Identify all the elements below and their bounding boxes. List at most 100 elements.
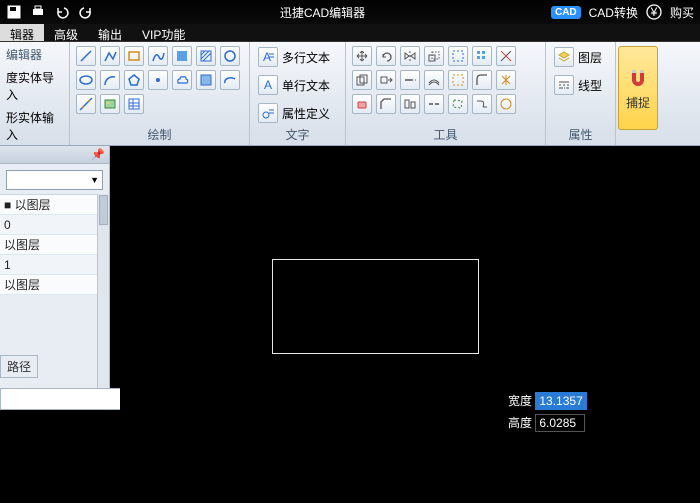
panel-table: ■ 以图层 0 以图层 1 以图层: [0, 194, 109, 295]
line-icon[interactable]: [76, 46, 96, 66]
ribbon-group-text: A多行文本 A单行文本 属性定义 文字: [250, 42, 346, 145]
fillet-icon[interactable]: [472, 70, 492, 90]
ribbon-group-edit: 编辑器 度实体导入 形实体输入: [0, 42, 70, 145]
title-bar: 迅捷CAD编辑器 CAD CAD转换 ¥ 购买: [0, 0, 700, 24]
extend-icon[interactable]: [400, 70, 420, 90]
buy-link[interactable]: 购买: [670, 4, 694, 21]
snap-button[interactable]: 捕捉: [618, 46, 658, 130]
magnet-icon: [626, 66, 650, 90]
explode-icon[interactable]: [496, 70, 516, 90]
table-row[interactable]: ■ 以图层: [0, 195, 109, 215]
table-row[interactable]: 1: [0, 255, 109, 275]
hatch-icon[interactable]: [196, 46, 216, 66]
height-value-input[interactable]: 6.0285: [535, 414, 585, 432]
app-title: 迅捷CAD编辑器: [94, 4, 551, 21]
erase-icon[interactable]: [352, 94, 372, 114]
menu-editor[interactable]: 辑器: [0, 24, 44, 41]
select-rect-icon[interactable]: [448, 46, 468, 66]
trim-icon[interactable]: [496, 46, 516, 66]
menu-bar: 辑器 高级 输出 VIP功能: [0, 24, 700, 42]
menu-output[interactable]: 输出: [88, 24, 132, 41]
cloud-icon[interactable]: [172, 70, 192, 90]
cad-badge-icon: CAD: [551, 6, 581, 19]
join-icon[interactable]: [472, 94, 492, 114]
table-row[interactable]: 0: [0, 215, 109, 235]
xline-icon[interactable]: [76, 94, 96, 114]
ribbon-import-entity[interactable]: 度实体导入: [6, 69, 63, 103]
height-label: 高度: [508, 416, 532, 430]
save-icon[interactable]: [6, 4, 22, 20]
drawing-canvas[interactable]: 宽度 13.1357 高度 6.0285: [120, 146, 700, 503]
ribbon-tools-title: 工具: [352, 124, 539, 143]
width-label: 宽度: [508, 394, 532, 408]
attr-def-icon: [258, 103, 278, 123]
ribbon-edit-title: 编辑器: [6, 46, 63, 63]
width-value-input[interactable]: 13.1357: [535, 392, 586, 410]
ribbon: 编辑器 度实体导入 形实体输入 绘制: [0, 42, 700, 146]
undo-icon[interactable]: [54, 4, 70, 20]
ribbon-prop-title: 属性: [552, 124, 609, 143]
print-icon[interactable]: [30, 4, 46, 20]
cad-convert-link[interactable]: CAD转换: [589, 4, 638, 21]
singleline-text-icon: A: [258, 75, 278, 95]
copy-icon[interactable]: [352, 70, 372, 90]
layer-button[interactable]: 图层: [552, 46, 604, 68]
multiline-text-icon: A: [258, 47, 278, 67]
polygon-icon[interactable]: [124, 70, 144, 90]
singleline-text-button[interactable]: A单行文本: [256, 74, 332, 96]
table-row[interactable]: 以图层: [0, 275, 109, 295]
tool-21-icon[interactable]: [496, 94, 516, 114]
layer-icon: [554, 47, 574, 67]
panel-footer: 路径: [0, 355, 124, 410]
drawn-rectangle[interactable]: [272, 259, 479, 354]
stretch-icon[interactable]: [376, 70, 396, 90]
select-poly-icon[interactable]: [448, 94, 468, 114]
block-icon[interactable]: [172, 46, 192, 66]
scrollbar-thumb[interactable]: [99, 195, 108, 225]
scale-icon[interactable]: [424, 46, 444, 66]
chamfer-icon[interactable]: [376, 94, 396, 114]
menu-vip[interactable]: VIP功能: [132, 24, 195, 41]
arc-icon[interactable]: [100, 70, 120, 90]
table-icon[interactable]: [124, 94, 144, 114]
panel-combo[interactable]: ▼: [6, 170, 103, 190]
align-icon[interactable]: [400, 94, 420, 114]
panel-header: 📌: [0, 146, 109, 164]
spline-icon[interactable]: [148, 46, 168, 66]
linetype-button[interactable]: 线型: [552, 74, 604, 96]
point-icon[interactable]: [148, 70, 168, 90]
ellipse-arc-icon[interactable]: [220, 70, 240, 90]
pin-icon[interactable]: 📌: [91, 148, 105, 161]
mirror-icon[interactable]: [400, 46, 420, 66]
height-dim: 高度 6.0285: [508, 414, 585, 432]
menu-advanced[interactable]: 高级: [44, 24, 88, 41]
linetype-icon: [554, 75, 574, 95]
width-dim: 宽度 13.1357: [508, 392, 587, 410]
svg-text:A: A: [264, 78, 272, 92]
array-icon[interactable]: [472, 46, 492, 66]
table-row[interactable]: 以图层: [0, 235, 109, 255]
ribbon-group-tools: 工具: [346, 42, 546, 145]
select-lasso-icon[interactable]: [448, 70, 468, 90]
image-icon[interactable]: [100, 94, 120, 114]
footer-tab[interactable]: 路径: [0, 355, 38, 378]
ribbon-group-prop: 图层 线型 属性: [546, 42, 616, 145]
move-icon[interactable]: [352, 46, 372, 66]
region-icon[interactable]: [196, 70, 216, 90]
multiline-text-button[interactable]: A多行文本: [256, 46, 332, 68]
ribbon-shape-input[interactable]: 形实体输入: [6, 109, 63, 143]
snap-label: 捕捉: [626, 94, 650, 111]
circle-icon[interactable]: [220, 46, 240, 66]
footer-field[interactable]: [0, 388, 124, 410]
attr-def-button[interactable]: 属性定义: [256, 102, 332, 124]
chevron-down-icon: ▼: [90, 175, 99, 185]
ribbon-text-title: 文字: [256, 124, 339, 143]
currency-icon[interactable]: ¥: [646, 4, 662, 20]
rectangle-icon[interactable]: [124, 46, 144, 66]
redo-icon[interactable]: [78, 4, 94, 20]
ellipse-icon[interactable]: [76, 70, 96, 90]
break-icon[interactable]: [424, 94, 444, 114]
rotate-icon[interactable]: [376, 46, 396, 66]
offset-icon[interactable]: [424, 70, 444, 90]
polyline-icon[interactable]: [100, 46, 120, 66]
